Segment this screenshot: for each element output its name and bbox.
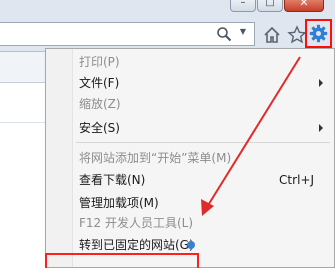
favorites-star-icon[interactable] xyxy=(287,25,307,45)
tools-highlight-frame xyxy=(305,19,332,48)
menu-item-add-to-start[interactable]: 将网站添加到“开始”菜单(M) xyxy=(79,148,231,168)
navigation-toolbar: ▼ xyxy=(0,18,335,52)
maximize-button[interactable]: □ xyxy=(257,0,283,12)
chevron-right-icon xyxy=(319,79,323,87)
tab-strip xyxy=(0,52,45,83)
menu-item-f12-developer-tools[interactable]: F12 开发人员工具(L) xyxy=(79,213,193,233)
page-content xyxy=(0,83,45,268)
search-icon[interactable] xyxy=(216,26,232,42)
highlight-frame xyxy=(45,253,199,268)
menu-item-file[interactable]: 文件(F) xyxy=(79,73,119,93)
menu-item-safety[interactable]: 安全(S) xyxy=(79,118,120,138)
page-divider xyxy=(0,122,45,123)
pinned-site-icon xyxy=(187,241,195,249)
menu-item-zoom[interactable]: 缩放(Z) xyxy=(79,94,121,114)
menu-icon-gutter xyxy=(46,49,73,267)
close-button[interactable]: ✕ xyxy=(284,0,324,12)
address-bar[interactable]: ▼ xyxy=(0,22,255,46)
menu-item-manage-addons[interactable]: 管理加载项(M) xyxy=(79,193,159,213)
menu-separator xyxy=(76,142,330,143)
menu-item-view-downloads[interactable]: 查看下载(N) xyxy=(79,170,145,190)
chevron-right-icon xyxy=(319,124,323,132)
minimize-button[interactable]: – xyxy=(230,0,256,12)
menu-item-pinned-sites[interactable]: 转到已固定的网站(G) xyxy=(79,235,194,255)
gear-icon[interactable] xyxy=(309,24,328,43)
menu-item-print[interactable]: 打印(P) xyxy=(79,52,120,72)
home-icon[interactable] xyxy=(262,25,282,45)
view-downloads-shortcut: Ctrl+J xyxy=(279,173,314,187)
address-dropdown-icon[interactable]: ▼ xyxy=(240,27,246,36)
tools-menu: 打印(P) 文件(F) 缩放(Z) 安全(S) 将网站添加到“开始”菜单(M) … xyxy=(45,48,335,268)
title-bar: – □ ✕ xyxy=(0,0,335,18)
